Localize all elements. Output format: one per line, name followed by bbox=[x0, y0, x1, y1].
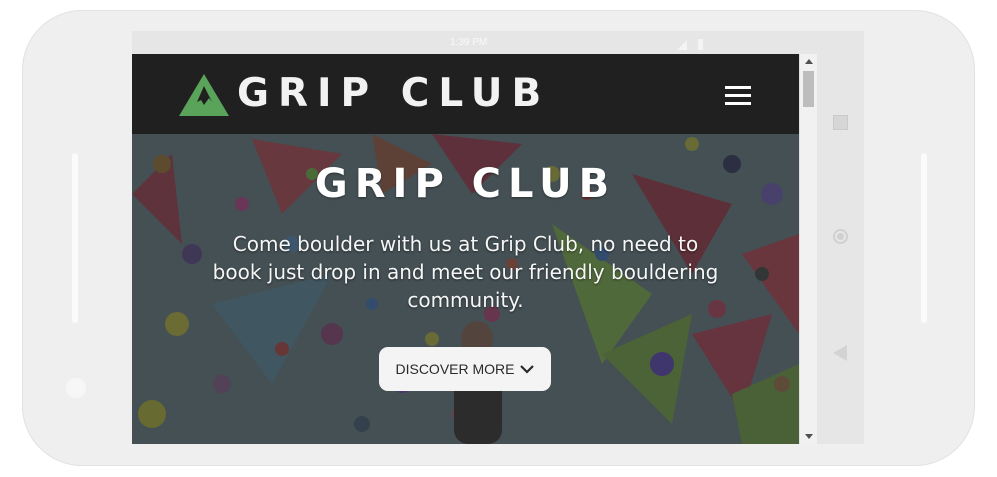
site-logo-text[interactable]: GRIP CLUB bbox=[237, 70, 550, 118]
hero-title: GRIP CLUB bbox=[314, 161, 617, 207]
status-time: 1:39 PM bbox=[450, 37, 488, 48]
site-header: GRIP CLUB bbox=[132, 54, 799, 134]
status-bar: 1:39 PM bbox=[132, 31, 817, 54]
discover-more-button[interactable]: DISCOVER MORE bbox=[379, 347, 551, 391]
scroll-down-arrow-icon[interactable] bbox=[805, 434, 813, 439]
hamburger-menu-icon[interactable] bbox=[725, 86, 751, 105]
chevron-down-icon bbox=[519, 365, 534, 374]
browser-viewport: GRIP CLUB GRIP CLUB Come boulder with us… bbox=[132, 54, 817, 444]
scroll-up-arrow-icon[interactable] bbox=[805, 59, 813, 64]
phone-side-edge-right bbox=[921, 153, 927, 323]
back-icon[interactable] bbox=[833, 345, 847, 361]
hero-section: GRIP CLUB Come boulder with us at Grip C… bbox=[132, 134, 799, 444]
hero-description: Come boulder with us at Grip Club, no ne… bbox=[212, 232, 719, 312]
mountain-icon[interactable] bbox=[179, 74, 229, 116]
battery-icon bbox=[698, 39, 703, 50]
discover-more-label: DISCOVER MORE bbox=[395, 361, 515, 377]
signal-icon bbox=[677, 40, 687, 50]
front-camera bbox=[66, 378, 86, 398]
page-scrollbar[interactable] bbox=[799, 54, 817, 444]
phone-side-edge-left bbox=[72, 153, 78, 323]
home-icon[interactable] bbox=[833, 229, 848, 244]
scrollbar-thumb[interactable] bbox=[803, 71, 814, 107]
recent-apps-icon[interactable] bbox=[833, 115, 848, 130]
